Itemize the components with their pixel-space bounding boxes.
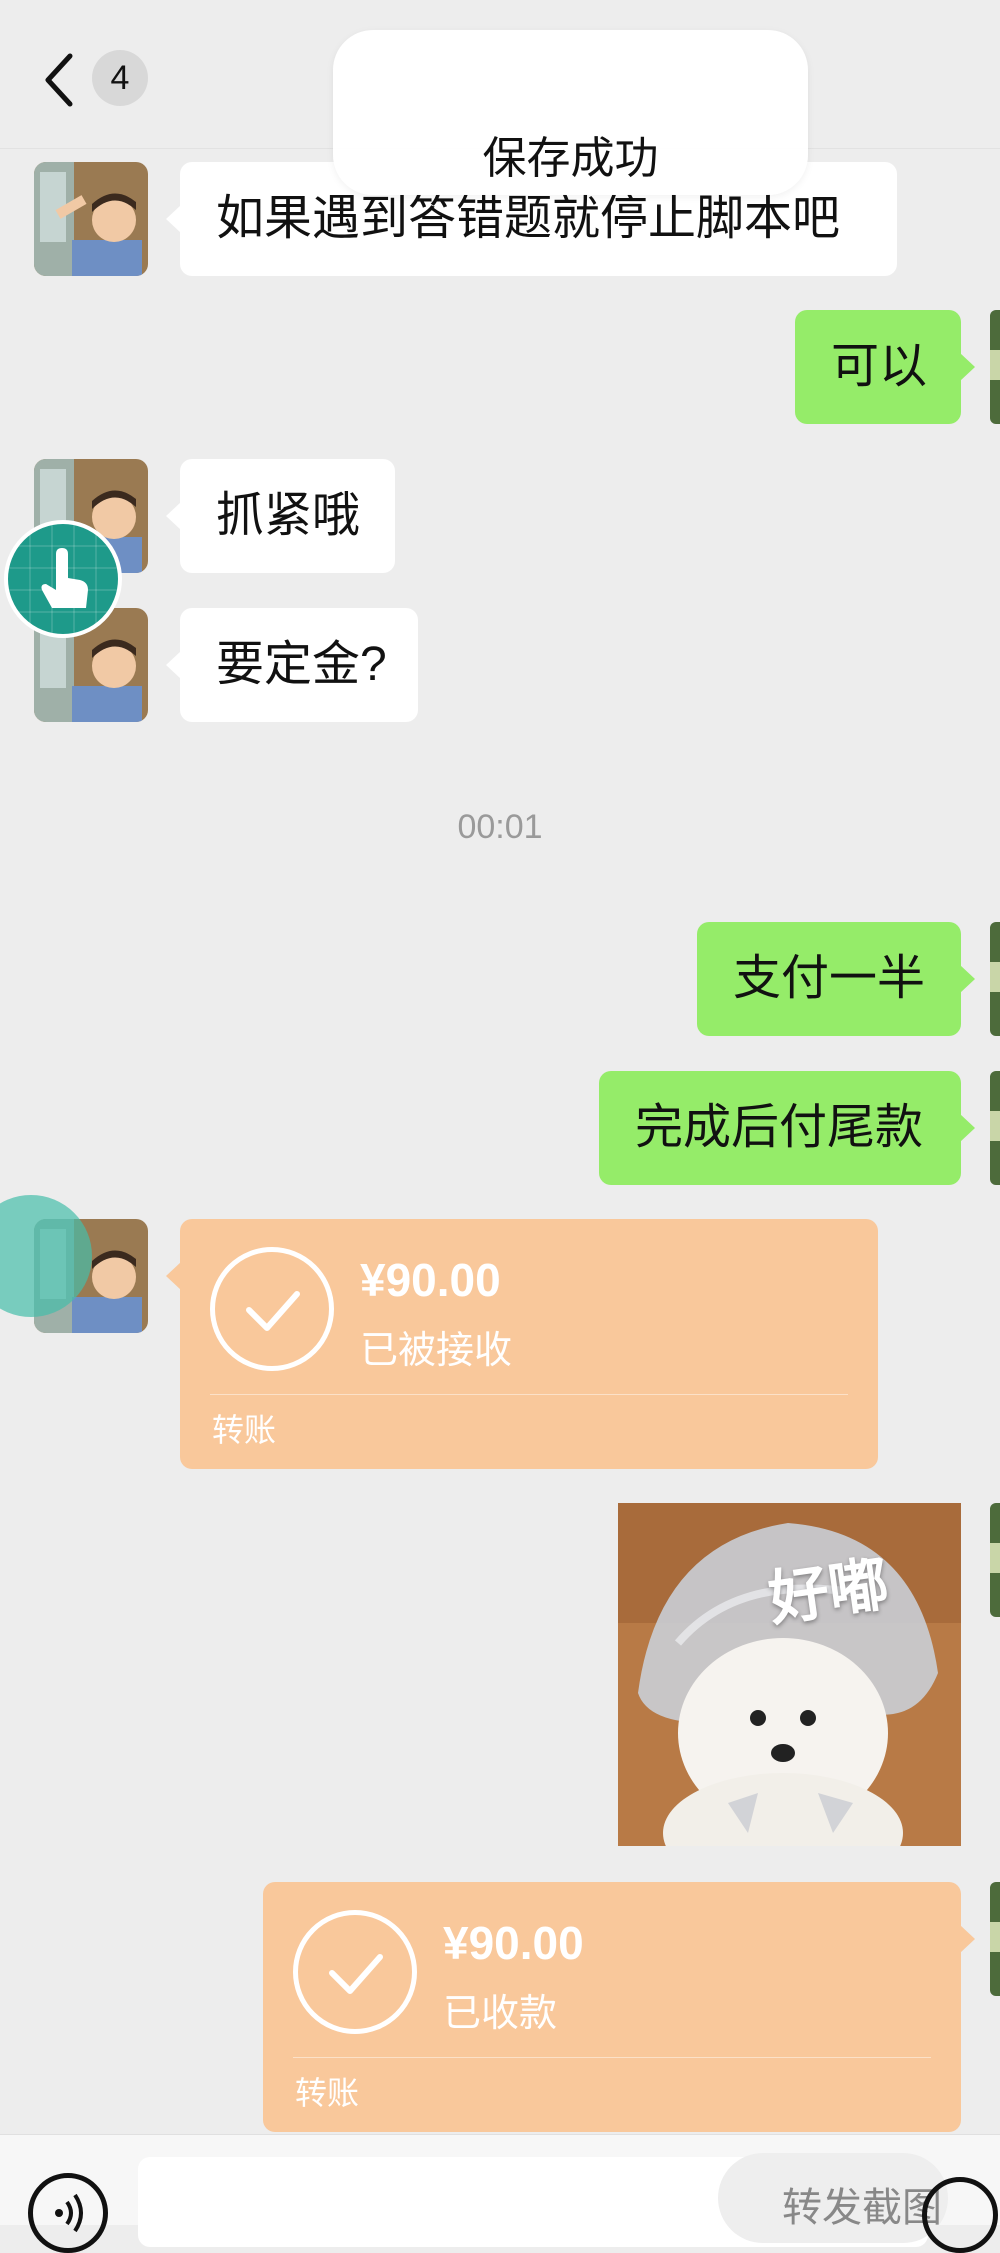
my-avatar[interactable]	[990, 1503, 1000, 1617]
transfer-amount: ¥90.00	[443, 1917, 584, 1969]
voice-icon[interactable]	[28, 2173, 108, 2253]
incoming-message[interactable]: 抓紧哦	[166, 459, 395, 573]
toast-text: 保存成功	[482, 134, 659, 183]
my-avatar[interactable]	[990, 310, 1000, 424]
emoji-icon[interactable]	[922, 2177, 998, 2253]
forward-screenshot-button[interactable]: 转发截图	[718, 2153, 948, 2243]
outgoing-message[interactable]: 支付一半	[697, 922, 975, 1036]
sticker-caption: 好嘟	[764, 1549, 893, 1633]
divider	[293, 2057, 931, 2058]
my-avatar[interactable]	[990, 922, 1000, 1036]
sticker-image[interactable]: 好嘟	[618, 1503, 961, 1846]
unread-count-badge[interactable]: 4	[92, 50, 148, 106]
back-icon[interactable]	[38, 50, 88, 110]
timestamp: 00:01	[457, 808, 543, 846]
contact-avatar[interactable]	[34, 162, 148, 276]
transfer-label: 转账	[212, 1412, 277, 1448]
my-avatar[interactable]	[990, 1071, 1000, 1185]
transfer-label: 转账	[295, 2075, 360, 2111]
save-success-toast: 保存成功	[333, 30, 808, 195]
input-bar: 转发截图	[0, 2134, 1000, 2253]
outgoing-message[interactable]: 完成后付尾款	[599, 1071, 975, 1185]
floating-assistant-button[interactable]	[4, 520, 122, 638]
incoming-message[interactable]: 要定金?	[166, 608, 418, 722]
transfer-card-sent[interactable]: ¥90.00 已收款 转账	[263, 1882, 975, 2132]
check-icon	[293, 1910, 417, 2034]
transfer-status: 已收款	[443, 1993, 558, 2035]
transfer-status: 已被接收	[360, 1330, 513, 1372]
divider	[210, 1394, 848, 1395]
outgoing-message[interactable]: 可以	[795, 310, 975, 424]
forward-screenshot-label: 转发截图	[782, 2186, 942, 2230]
transfer-card-received[interactable]: ¥90.00 已被接收 转账	[166, 1219, 878, 1469]
my-avatar[interactable]	[990, 1882, 1000, 1996]
hand-pointer-icon	[8, 524, 118, 634]
transfer-amount: ¥90.00	[360, 1254, 501, 1306]
check-icon	[210, 1247, 334, 1371]
